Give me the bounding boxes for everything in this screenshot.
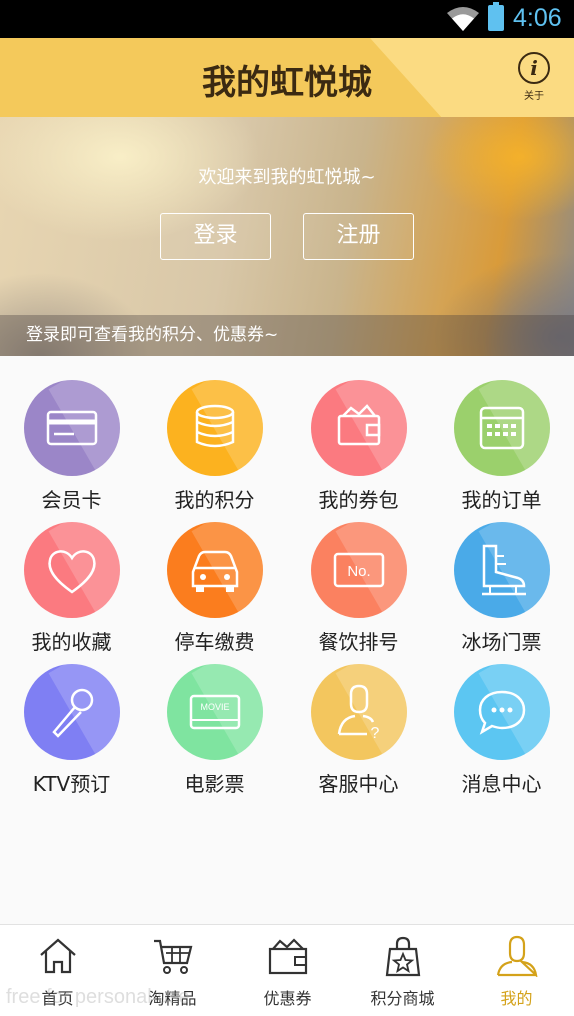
coupon-icon [268,938,308,975]
grid-item-messages[interactable]: 消息中心 [430,640,573,796]
grid-item-orders[interactable]: 我的订单 [430,356,573,512]
svg-text:No.: No. [347,563,370,580]
status-time: 4:06 [513,4,562,32]
grid-item-ice-rink[interactable]: 冰场门票 [430,498,573,654]
heart-icon [24,522,120,618]
queue-number-icon: No. [311,522,407,618]
chat-bubble-icon [454,664,550,760]
tab-mine[interactable]: 我的 [459,925,574,1016]
grid-item-label: KTV预订 [32,772,111,796]
card-icon [24,380,120,476]
user-icon [496,935,538,977]
grid-item-parking[interactable]: 停车缴费 [143,498,286,654]
tab-label: 积分商城 [370,989,435,1008]
grid-item-coupon-wallet[interactable]: 我的券包 [287,356,430,512]
tab-label: 优惠券 [263,989,312,1008]
grid-item-points[interactable]: 我的积分 [143,356,286,512]
wallet-icon [311,380,407,476]
about-button[interactable]: i 关于 [512,52,556,114]
watermark: free for personal use [6,986,190,1008]
register-button[interactable]: 注册 [303,213,414,260]
home-icon [40,938,76,974]
about-label: 关于 [524,91,544,102]
grid-item-movie-ticket[interactable]: MOVIE 电影票 [143,640,286,796]
grid-item-customer-service[interactable]: ? 客服中心 [287,640,430,796]
page-title: 我的虹悦城 [202,63,372,103]
tab-points-mall[interactable]: 积分商城 [345,925,460,1016]
grid-item-dining-queue[interactable]: No. 餐饮排号 [287,498,430,654]
wifi-icon [447,7,479,31]
microphone-icon [24,664,120,760]
svg-text:MOVIE: MOVIE [200,702,229,712]
shopping-bag-icon [385,936,421,977]
tab-coupons[interactable]: 优惠券 [230,925,345,1016]
grid-item-label: 消息中心 [461,772,542,796]
grid-item-member-card[interactable]: 会员卡 [0,356,143,512]
skate-icon [454,522,550,618]
grid-item-favorites[interactable]: 我的收藏 [0,498,143,654]
battery-icon [488,2,504,31]
app-header: 我的虹悦城 i 关于 [0,38,574,117]
movie-ticket-icon: MOVIE [167,664,263,760]
grid-item-label: 电影票 [184,772,245,796]
coins-icon [167,380,263,476]
customer-service-icon: ? [311,664,407,760]
cart-icon [154,939,193,974]
grid-item-ktv[interactable]: KTV预订 [0,640,143,796]
feature-grid: 会员卡 我的积分 我的券包 我的订单 我的收藏 停车缴费 No. 餐饮排号 冰场… [0,356,574,924]
calendar-icon [454,380,550,476]
car-icon [167,522,263,618]
welcome-banner: 欢迎来到我的虹悦城~ 登录 注册 登录即可查看我的积分、优惠券~ [0,117,574,356]
login-hint: 登录即可查看我的积分、优惠券~ [0,315,574,356]
welcome-text: 欢迎来到我的虹悦城~ [198,167,376,188]
svg-text:?: ? [371,725,380,742]
grid-item-label: 客服中心 [318,772,399,796]
tab-label: 我的 [500,989,533,1008]
status-bar: 4:06 [0,0,574,38]
info-icon: i [518,52,550,84]
login-button[interactable]: 登录 [160,213,271,260]
